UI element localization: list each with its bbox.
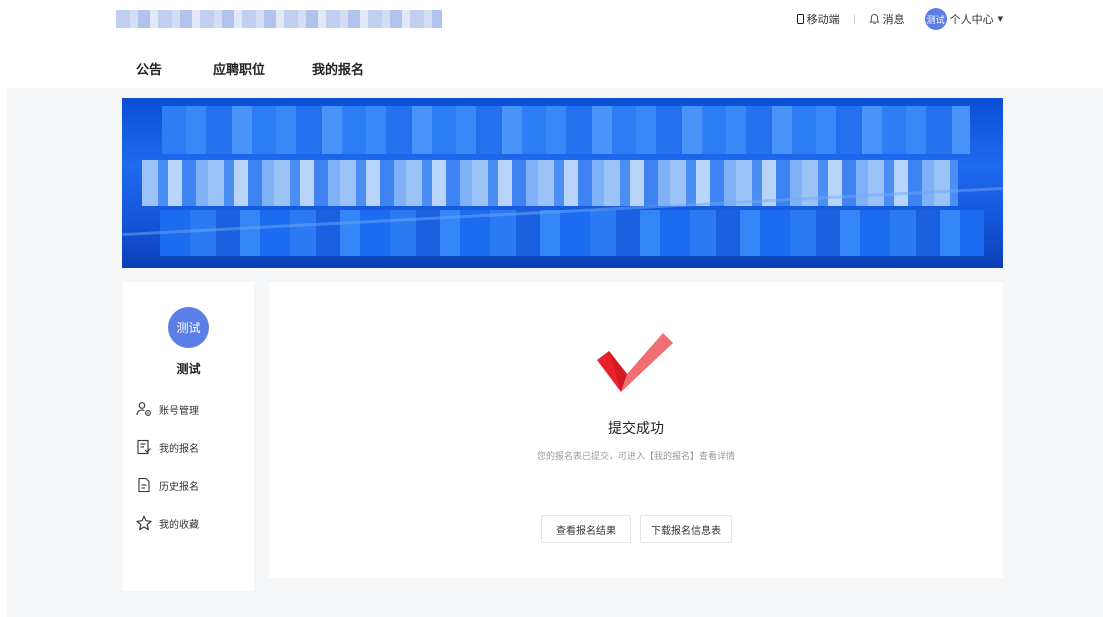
banner-band [162,106,970,154]
user-avatar-small[interactable]: 测试 [924,8,947,30]
main-nav: 公告 应聘职位 我的报名 [0,52,1103,82]
banner-band [142,160,958,206]
sidebar: 测试 测试 账号管理 我的报名 历史报名 我的收藏 [123,282,254,591]
nav-item-positions[interactable]: 应聘职位 [213,59,265,78]
personal-center-label: 个人中心 [949,13,994,26]
user-name: 测试 [176,362,201,376]
my-registration-icon [137,439,151,455]
nav-item-announcements[interactable]: 公告 [136,59,162,78]
site-logo-blurred[interactable] [116,10,442,28]
sidebar-item-my-registration[interactable]: 我的报名 [136,439,199,455]
messages-link[interactable]: 消息 [869,11,905,27]
top-right-links: 移动端 消息 测试 个人中心 ▼ [796,8,1003,30]
sidebar-item-account[interactable]: 账号管理 [136,401,199,417]
top-bar: 移动端 消息 测试 个人中心 ▼ [0,0,1103,38]
messages-label: 消息 [882,13,905,26]
bell-icon [869,13,880,25]
sidebar-item-label: 我的报名 [159,443,199,455]
main-panel: 提交成功 您的报名表已提交，可进入【我的报名】查看详情 查看报名结果 下载报名信… [269,282,1003,578]
success-check-icon [597,333,673,392]
sidebar-item-favorites[interactable]: 我的收藏 [136,515,199,531]
sidebar-item-history[interactable]: 历史报名 [136,477,199,493]
mobile-link[interactable]: 移动端 [796,11,840,27]
sidebar-item-label: 我的收藏 [159,519,199,531]
success-title: 提交成功 [608,421,664,437]
success-description: 您的报名表已提交，可进入【我的报名】查看详情 [536,452,735,462]
banner-band [160,210,984,256]
star-icon [136,515,152,531]
caret-down-icon: ▼ [997,15,1003,23]
account-settings-icon [136,402,151,416]
history-document-icon [138,477,150,493]
mobile-label: 移动端 [806,13,840,26]
user-avatar: 测试 [168,307,209,348]
view-result-button[interactable]: 查看报名结果 [541,515,631,543]
divider [853,14,855,24]
nav-item-my-registration[interactable]: 我的报名 [312,59,364,78]
personal-center-dropdown[interactable]: 个人中心 ▼ [950,11,1003,27]
sidebar-item-label: 账号管理 [159,405,199,417]
phone-icon [796,14,804,24]
download-form-button[interactable]: 下载报名信息表 [640,515,732,543]
banner-image-blurred [122,98,1003,268]
sidebar-item-label: 历史报名 [159,481,199,493]
